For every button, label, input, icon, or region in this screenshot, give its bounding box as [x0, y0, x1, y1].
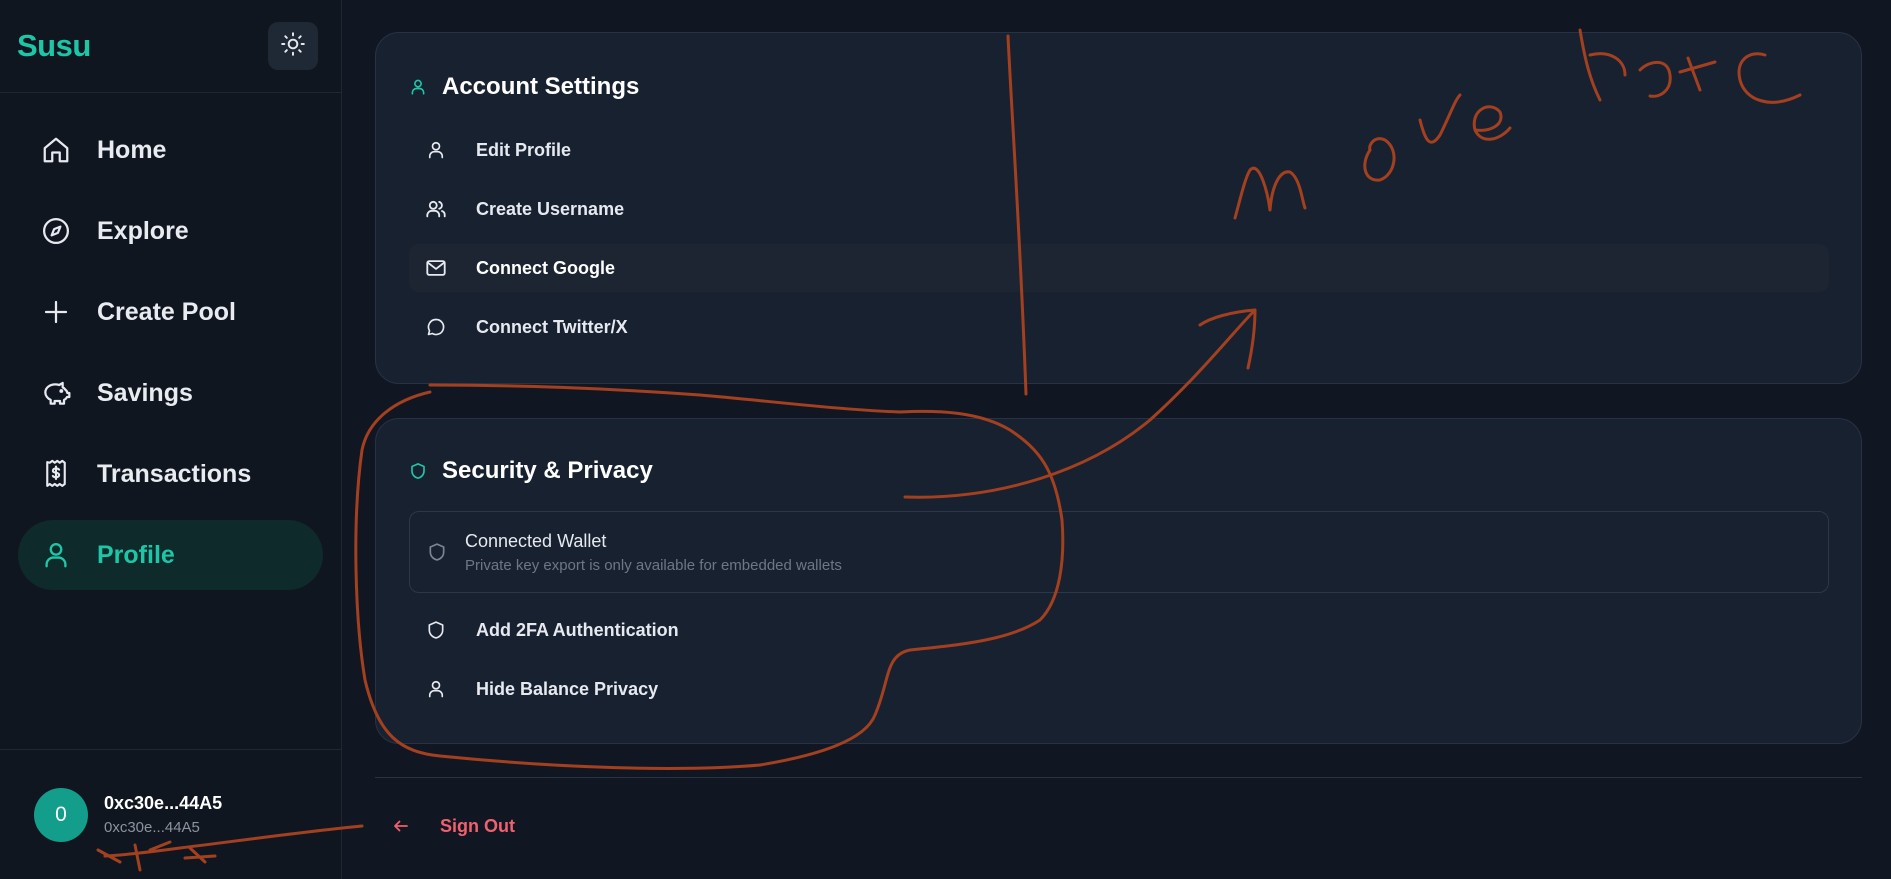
item-label: Connect Twitter/X [476, 316, 628, 337]
sidebar-item-transactions[interactable]: Transactions [18, 439, 323, 509]
connect-twitter-item[interactable]: Connect Twitter/X [409, 303, 1829, 351]
plus-icon [39, 295, 73, 329]
compass-icon [39, 214, 73, 248]
account-settings-card: Account Settings Edit Profile Create Use… [375, 32, 1862, 384]
sidebar-nav: Home Explore Create Pool Savings Transac… [0, 93, 341, 590]
sidebar-item-label: Profile [97, 540, 175, 569]
home-icon [39, 133, 73, 167]
user-name: 0xc30e...44A5 [104, 793, 223, 813]
sign-out-button[interactable]: Sign Out [392, 808, 515, 844]
item-label: Edit Profile [476, 139, 572, 160]
hide-balance-item[interactable]: Hide Balance Privacy [409, 665, 1829, 713]
shield-icon [409, 461, 429, 481]
account-settings-title: Account Settings [409, 73, 639, 101]
sidebar-item-savings[interactable]: Savings [18, 358, 323, 428]
divider [375, 777, 1862, 778]
sidebar-item-label: Home [97, 135, 167, 164]
add-2fa-item[interactable]: Add 2FA Authentication [409, 606, 1829, 654]
brand-logo[interactable]: Susu [17, 28, 91, 64]
create-username-item[interactable]: Create Username [409, 185, 1829, 233]
avatar[interactable]: 0 [34, 787, 88, 842]
user-icon [424, 138, 448, 162]
chat-bubble-icon [424, 315, 448, 339]
shield-icon [427, 541, 449, 563]
connected-wallet-box: Connected Wallet Private key export is o… [409, 511, 1829, 593]
sidebar-item-label: Transactions [97, 459, 252, 488]
sidebar-item-label: Savings [97, 378, 193, 407]
sign-out-label: Sign Out [440, 815, 515, 836]
users-icon [424, 197, 448, 221]
wallet-subtitle: Private key export is only available for… [465, 556, 842, 574]
shield-icon [424, 618, 448, 642]
sidebar-item-create-pool[interactable]: Create Pool [18, 277, 323, 347]
main-content: Account Settings Edit Profile Create Use… [342, 0, 1891, 879]
user-account[interactable]: 0 0xc30e...44A5 0xc30e...44A5 [0, 749, 341, 879]
user-icon [409, 77, 429, 97]
security-privacy-card: Security & Privacy Connected Wallet Priv… [375, 418, 1862, 744]
theme-toggle-button[interactable] [268, 22, 318, 70]
user-icon [424, 677, 448, 701]
sun-icon [280, 31, 306, 62]
section-heading: Security & Privacy [442, 457, 653, 484]
sidebar-header: Susu [0, 0, 341, 93]
user-icon [39, 538, 73, 572]
item-label: Create Username [476, 198, 625, 219]
edit-profile-item[interactable]: Edit Profile [409, 126, 1829, 174]
mail-icon [424, 256, 448, 280]
user-info: 0xc30e...44A5 0xc30e...44A5 [104, 793, 222, 836]
receipt-icon [39, 457, 73, 491]
sidebar-item-home[interactable]: Home [18, 115, 323, 185]
security-privacy-title: Security & Privacy [409, 457, 653, 485]
section-heading: Account Settings [442, 73, 640, 100]
item-label: Add 2FA Authentication [476, 619, 679, 640]
item-label: Hide Balance Privacy [476, 678, 659, 699]
item-label: Connect Google [476, 257, 615, 278]
sidebar-item-explore[interactable]: Explore [18, 196, 323, 266]
piggy-bank-icon [39, 376, 73, 410]
sidebar-item-profile[interactable]: Profile [18, 520, 323, 590]
arrow-left-icon [392, 817, 412, 835]
connect-google-item[interactable]: Connect Google [409, 244, 1829, 292]
wallet-title: Connected Wallet [465, 530, 607, 551]
sidebar: Susu Home Explore Create Pool Savings Tr… [0, 0, 342, 879]
sidebar-item-label: Create Pool [97, 297, 236, 326]
user-address: 0xc30e...44A5 [104, 819, 200, 836]
sidebar-item-label: Explore [97, 216, 189, 245]
wallet-text: Connected Wallet Private key export is o… [465, 531, 842, 574]
